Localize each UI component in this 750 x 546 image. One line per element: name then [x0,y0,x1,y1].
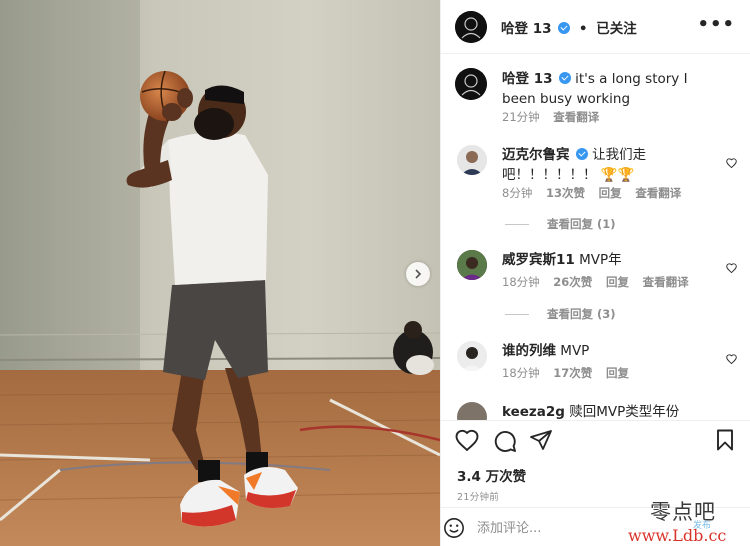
view-replies-label: 查看回复 (3) [547,307,616,321]
bookmark-icon[interactable] [715,429,735,455]
view-replies-label: 查看回复 (1) [547,217,616,231]
caption-author-name[interactable]: 哈登 13 [502,71,553,87]
paper-plane-icon[interactable] [529,429,553,455]
view-replies-link[interactable]: 查看回复 (1) [505,216,616,232]
replies-divider-line [505,314,529,315]
comment-text: 谁的列维 MVP [502,341,717,361]
next-image-button[interactable] [406,262,430,286]
comment-like-heart-icon[interactable] [726,258,737,277]
commenter-avatar[interactable] [457,250,487,280]
author-header-line: 哈登 13 • 已关注 [501,17,637,37]
comment-author-name[interactable]: 谁的列维 [502,343,556,359]
comment-input[interactable] [477,518,617,538]
comment-reply-link[interactable]: 回复 [606,366,629,380]
comment-message: MVP [560,343,590,359]
caption-author-avatar[interactable] [455,68,487,100]
likes-count[interactable]: 3.4 万次赞 [457,465,526,485]
comment-likes-count[interactable]: 17次赞 [553,366,592,380]
commenter-avatar[interactable] [457,341,487,371]
verified-badge-icon [575,148,588,160]
comments-list: 哈登 13 it's a long story I been busy work… [441,55,750,420]
smiley-icon[interactable] [443,517,465,543]
basketball-player-image [0,0,440,546]
comment-likes-count[interactable]: 26次赞 [553,275,592,289]
caption-meta: 21分钟 查看翻译 [502,109,609,125]
author-avatar[interactable] [455,11,487,43]
comment-bubble-icon[interactable] [493,429,517,457]
verified-badge-icon [558,22,571,34]
comment-time: 8分钟 [502,186,533,200]
caption-text: 哈登 13 it's a long story I been busy work… [502,69,717,109]
comment-meta: 18分钟 17次赞 回复 [502,365,639,381]
more-horizontal-icon[interactable]: ••• [697,14,735,35]
post-photo [0,0,440,546]
posted-time: 21分钟前 [457,492,500,503]
follow-status-button[interactable]: 已关注 [596,21,637,37]
author-name[interactable]: 哈登 13 [501,21,552,37]
comment-reply-link[interactable]: 回复 [599,186,622,200]
commenter-avatar[interactable] [457,145,487,175]
trophy-emoji: 🏆🏆 [600,167,635,183]
caption-time: 21分钟 [502,110,540,124]
comment-reply-link[interactable]: 回复 [606,275,629,289]
verified-badge-icon [558,72,571,84]
comment-like-heart-icon[interactable] [726,153,737,172]
comment-meta: 8分钟 13次赞 回复 查看翻译 [502,185,691,201]
comment-likes-count[interactable]: 13次赞 [546,186,585,200]
comment-author-name[interactable]: keeza2g [502,404,565,420]
view-replies-link[interactable]: 查看回复 (3) [505,306,616,322]
comment-time: 18分钟 [502,366,540,380]
comment-text: 威罗宾斯11 MVP年 [502,250,717,270]
comment-text: 迈克尔鲁宾 让我们走吧！！！！！！ 🏆🏆 [502,145,702,185]
separator-dot: • [578,21,588,37]
comment-author-name[interactable]: 迈克尔鲁宾 [502,147,570,163]
comment-text: keeza2g 赎回MVP类型年份 [502,402,717,420]
chevron-right-icon [415,269,422,279]
caption-translate-link[interactable]: 查看翻译 [553,110,599,124]
comment-meta: 18分钟 26次赞 回复 查看翻译 [502,274,699,290]
comment-message: MVP年 [579,252,622,268]
comment-author-name[interactable]: 威罗宾斯11 [502,252,575,268]
post-side-panel: 哈登 13 • 已关注 ••• 哈登 13 it's a long story … [440,0,750,546]
post-header: 哈登 13 • 已关注 ••• [441,0,750,54]
commenter-avatar[interactable] [457,402,487,420]
comment-time: 18分钟 [502,275,540,289]
comment-translate-link[interactable]: 查看翻译 [635,186,681,200]
comment-message: 赎回MVP类型年份 [569,404,680,420]
replies-divider-line [505,224,529,225]
comment-like-heart-icon[interactable] [726,349,737,368]
heart-icon[interactable] [455,429,479,455]
watermark-url: www.Ldb.cc [628,526,727,545]
comment-translate-link[interactable]: 查看翻译 [643,275,689,289]
